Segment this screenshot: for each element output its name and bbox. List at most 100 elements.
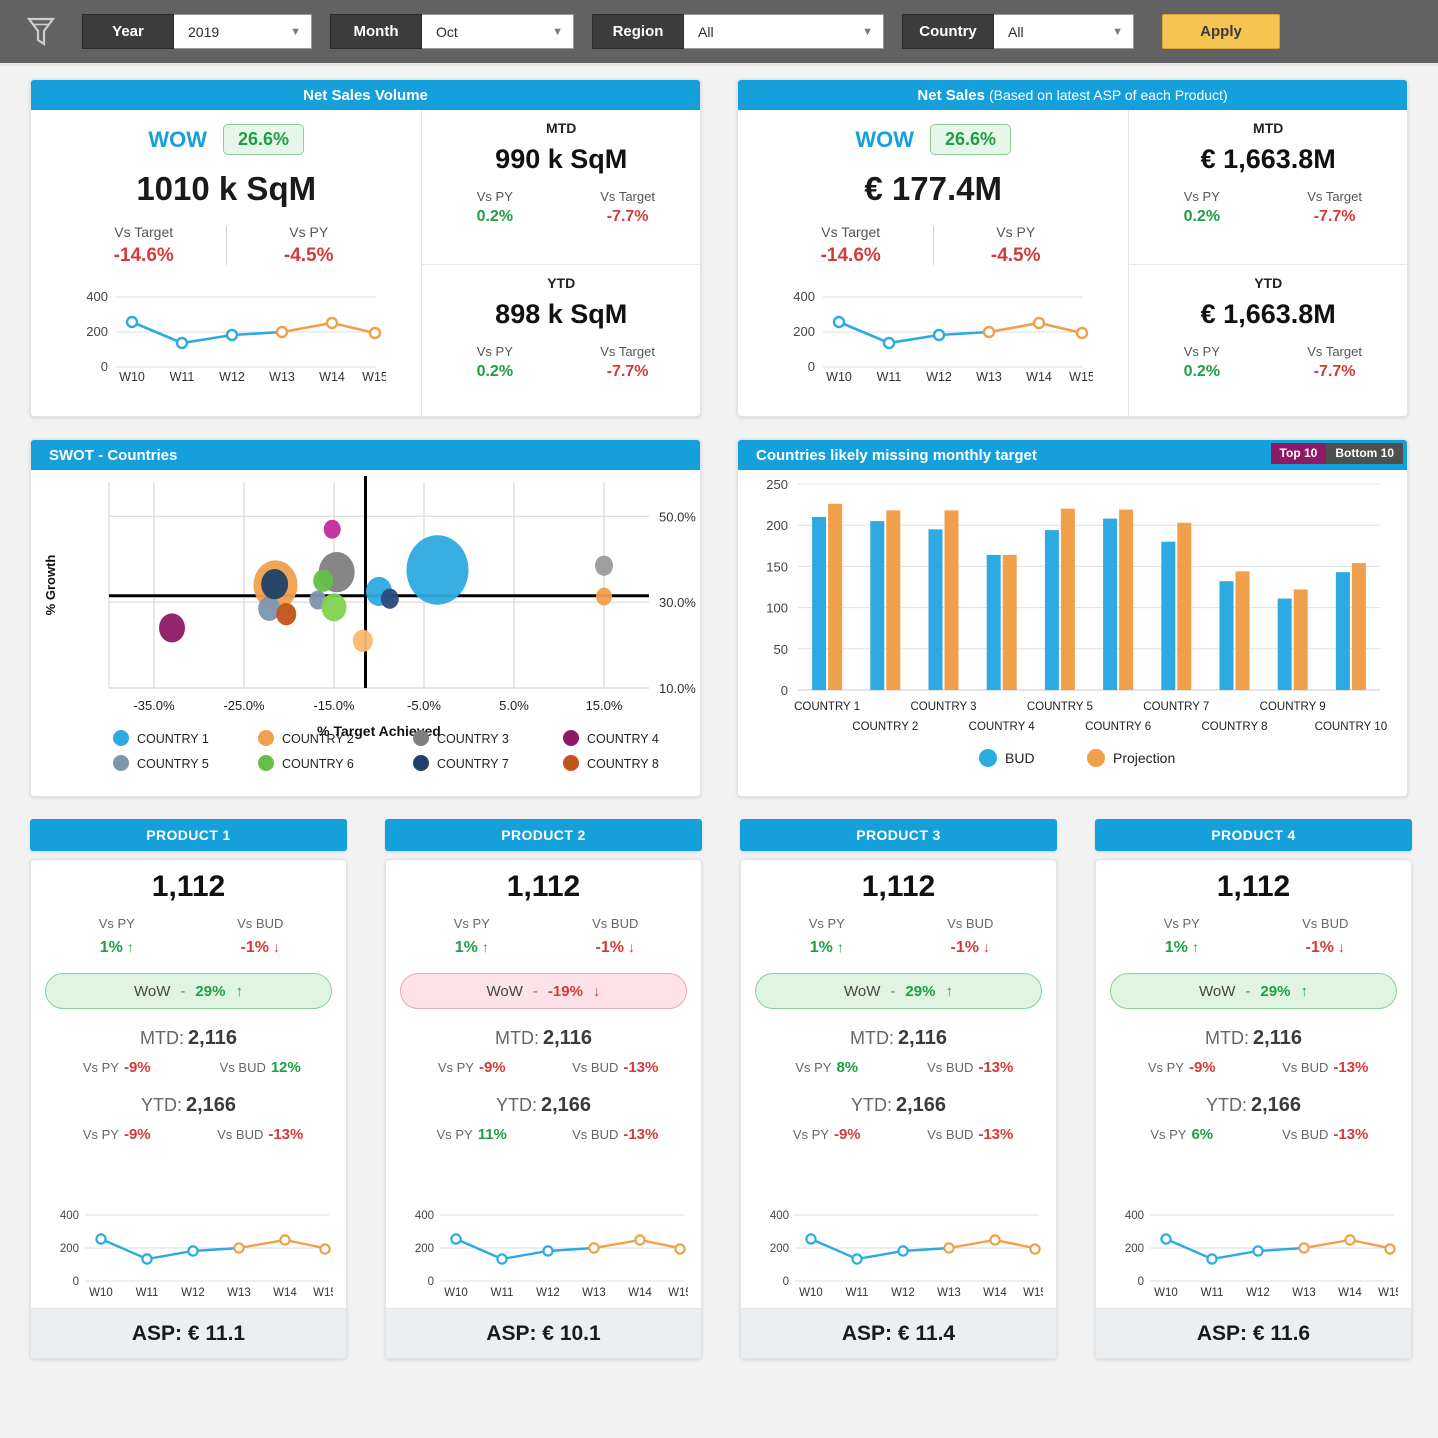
product-1-vs-bud: Vs BUD -1% ↓	[237, 916, 284, 956]
svg-text:W11: W11	[491, 1287, 514, 1299]
kpi-card-1-vs-py-value: -4.5%	[283, 245, 334, 266]
svg-text:COUNTRY 1: COUNTRY 1	[137, 732, 209, 746]
filter-month-label: Month	[330, 14, 422, 49]
svg-text:50: 50	[774, 642, 788, 657]
filter-region[interactable]: Region All ▼	[592, 14, 884, 49]
product-1-mtd: MTD: 2,116 Vs PY -9% Vs BUD 12%	[82, 1027, 301, 1076]
kpi-card-1-title: Net Sales Volume	[303, 86, 428, 104]
product-2-ytd: YTD: 2,166 Vs PY 11% Vs BUD -13%	[436, 1094, 659, 1143]
product-2-mtd-vs-bud: -13%	[623, 1059, 659, 1076]
kpi-card-1-header: Net Sales Volume	[31, 80, 700, 110]
svg-text:W10: W10	[444, 1287, 468, 1299]
filter-country-select[interactable]: All ▼	[994, 14, 1134, 49]
kpi-card-1-ytd-vs-py: Vs PY 0.2%	[476, 343, 514, 380]
bars-header: Countries likely missing monthly target …	[738, 440, 1407, 470]
svg-text:200: 200	[1125, 1243, 1144, 1255]
svg-text:W13: W13	[227, 1287, 251, 1299]
product-4-mtd: MTD: 2,116 Vs PY -9% Vs BUD -13%	[1147, 1027, 1369, 1076]
svg-text:COUNTRY 8: COUNTRY 8	[1201, 721, 1267, 733]
filter-month-value: Oct	[436, 23, 458, 40]
product-3-ytd-vs-py: -9%	[833, 1126, 861, 1143]
product-1-vs-bud-value: -1%	[240, 939, 269, 956]
kpi-card-1-ytd-vs-target: Vs Target -7.7%	[600, 343, 655, 380]
svg-text:0: 0	[808, 359, 815, 374]
product-2-vs-py: Vs PY 1% ↑	[453, 916, 490, 956]
kpi-card-2-vs-target: Vs Target -14.6%	[820, 224, 881, 266]
svg-text:200: 200	[87, 324, 109, 339]
product-2-vs-bud-value: -1%	[595, 939, 624, 956]
filter-year-value: 2019	[188, 23, 220, 40]
product-card-1: PRODUCT 1 1,112 Vs PY 1%↑ Vs BUD -1%↓	[30, 819, 347, 1359]
funnel-icon[interactable]	[18, 15, 64, 49]
product-3-vs-bud-value: -1%	[950, 939, 979, 956]
filter-month-select[interactable]: Oct ▼	[422, 14, 574, 49]
svg-text:COUNTRY 4: COUNTRY 4	[969, 721, 1036, 733]
filter-country[interactable]: Country All ▼	[902, 14, 1134, 49]
product-4-vs-py: Vs PY 1% ↑	[1163, 916, 1200, 956]
swot-title: SWOT - Countries	[49, 446, 178, 464]
svg-text:0: 0	[781, 683, 788, 698]
kpi-card-1-mtd-vs-target: Vs Target -7.7%	[600, 189, 655, 225]
swot-header: SWOT - Countries	[31, 440, 700, 470]
svg-text:W14: W14	[1338, 1287, 1362, 1299]
svg-text:0: 0	[1138, 1276, 1144, 1288]
filter-month[interactable]: Month Oct ▼	[330, 14, 574, 49]
svg-text:W14: W14	[273, 1287, 297, 1299]
product-1-ytd: YTD: 2,166 Vs PY -9% Vs BUD -13%	[82, 1094, 304, 1143]
product-4-value: 1,112	[1216, 870, 1291, 903]
kpi-card-1-ytd-title: YTD	[547, 274, 576, 291]
kpi-card-1-mtd-title: MTD	[546, 120, 577, 136]
product-4-ytd-vs-py: 6%	[1191, 1126, 1214, 1143]
product-4-mtd-vs-bud: -13%	[1333, 1059, 1369, 1076]
svg-text:COUNTRY 3: COUNTRY 3	[437, 732, 509, 746]
filter-region-select[interactable]: All ▼	[684, 14, 884, 49]
product-card-2: PRODUCT 2 1,112 Vs PY 1%↑ Vs BUD -1%↓	[385, 819, 702, 1359]
swot-countries-card: SWOT - Countries 10.0% 30.0% 50.0% -35.0% -2…	[30, 439, 701, 797]
kpi-card-1-vs-target-label: Vs Target	[114, 224, 174, 240]
product-4-wow-value: 29%	[1260, 982, 1291, 1000]
product-1-asp: ASP: € 11.1	[31, 1308, 346, 1358]
svg-text:COUNTRY 3: COUNTRY 3	[910, 701, 976, 713]
product-3-sparkline: 400 200 0 W10 W11 W12 W13 W14 W1	[755, 1199, 1047, 1304]
product-2-value: 1,112	[506, 870, 581, 903]
svg-text:W10: W10	[1154, 1287, 1178, 1299]
down-arrow-icon: ↓	[982, 939, 990, 955]
product-3-asp: ASP: € 11.4	[741, 1308, 1056, 1358]
swot-plot: 10.0% 30.0% 50.0% -35.0% -25.0% -15.0% -5.0% 5.…	[31, 470, 700, 796]
product-1-mtd-value: 2,116	[188, 1027, 237, 1049]
svg-text:W15: W15	[1069, 370, 1093, 382]
product-4-ytd-value: 2,166	[1250, 1094, 1302, 1116]
product-2-mtd-value: 2,116	[543, 1027, 592, 1049]
filter-year-select[interactable]: 2019 ▼	[174, 14, 312, 49]
kpi-card-2-mtd-vs-py: Vs PY 0.2%	[1183, 189, 1221, 225]
product-3-mtd-value: 2,116	[898, 1027, 947, 1049]
up-arrow-icon: ↑	[235, 982, 243, 1000]
kpi-card-1-main: WOW 26.6% 1010 k SqM Vs Target -14.6% Vs…	[31, 110, 423, 416]
svg-text:250: 250	[766, 477, 788, 492]
kpi-card-2-ytd-vs-target: Vs Target -7.7%	[1307, 343, 1362, 380]
product-card-4: PRODUCT 4 1,112 Vs PY 1%↑ Vs BUD -1%↓	[1095, 819, 1412, 1359]
apply-button[interactable]: Apply	[1162, 14, 1280, 49]
product-card-3: PRODUCT 3 1,112 Vs PY 1%↑ Vs BUD -1%↓	[740, 819, 1057, 1359]
toggle-bottom-10[interactable]: Bottom 10	[1326, 443, 1403, 465]
kpi-card-net-sales: Net Sales (Based on latest ASP of each P…	[737, 79, 1408, 417]
kpi-card-2-ytd-vs-py: Vs PY 0.2%	[1183, 343, 1221, 380]
product-4-vs-bud-value: -1%	[1305, 939, 1334, 956]
product-2-ytd-vs-bud: -13%	[623, 1126, 659, 1143]
svg-text:200: 200	[415, 1243, 434, 1255]
product-1-ytd-value: 2,166	[185, 1094, 237, 1116]
product-2-title: PRODUCT 2	[385, 819, 702, 851]
down-arrow-icon: ↓	[272, 939, 280, 955]
kpi-card-2-subtitle: (Based on latest ASP of each Product)	[988, 87, 1228, 103]
up-arrow-icon: ↑	[1191, 939, 1199, 955]
filter-year[interactable]: Year 2019 ▼	[82, 14, 312, 49]
product-3-title: PRODUCT 3	[740, 819, 1057, 851]
toggle-top-10[interactable]: Top 10	[1270, 443, 1327, 465]
product-3-wow-badge: WoW - 29% ↑	[755, 973, 1042, 1009]
svg-text:W14: W14	[319, 370, 345, 382]
svg-text:COUNTRY 10: COUNTRY 10	[1315, 721, 1387, 733]
product-2-sparkline: 400 200 0 W10 W11 W12 W13 W14 W1	[400, 1199, 692, 1304]
product-4-title: PRODUCT 4	[1095, 819, 1412, 851]
up-arrow-icon: ↑	[481, 939, 489, 955]
product-2-ytd-vs-py: 11%	[477, 1126, 507, 1143]
